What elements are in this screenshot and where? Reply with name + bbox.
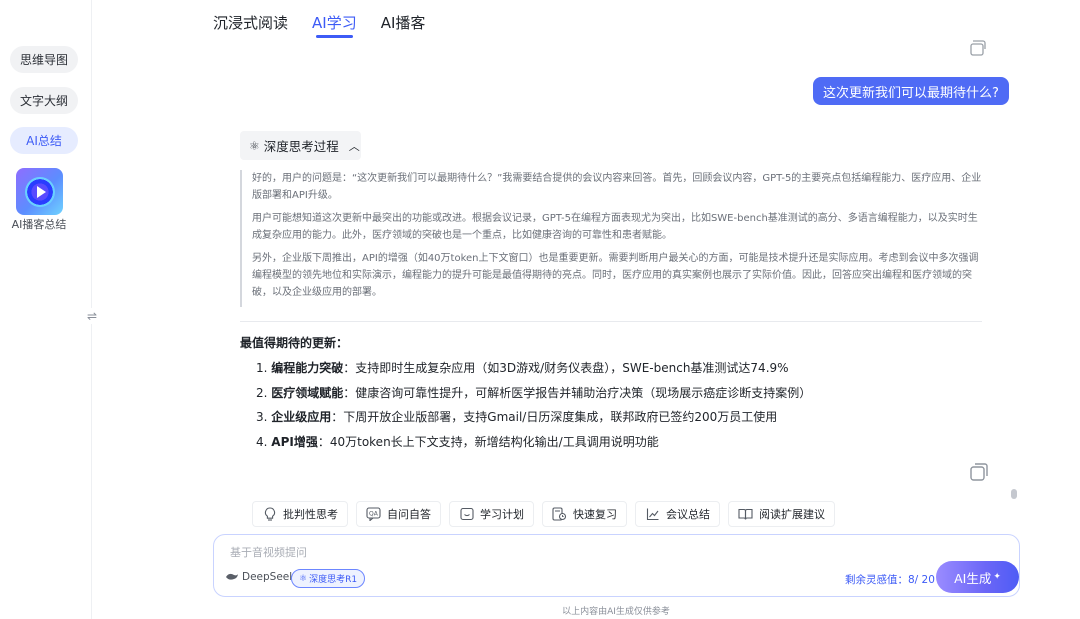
divider: [240, 321, 982, 322]
user-message-bubble: 这次更新我们可以最期待什么?: [813, 77, 1009, 105]
disc-icon: [24, 176, 55, 207]
answer-item-text: ：下周开放企业版部署，支持Gmail/日历深度集成，联邦政府已签约200万员工使…: [331, 410, 778, 424]
chip-self-qa[interactable]: QA 自问自答: [356, 501, 441, 527]
deep-think-r1-label: 深度思考R1: [309, 575, 358, 585]
answer-item-title: API增强: [271, 434, 318, 449]
sparkle-icon: ✦: [993, 572, 1001, 582]
collapse-toggle-icon[interactable]: ⇌: [84, 308, 100, 324]
deep-thinking-toggle[interactable]: ⚛ 深度思考过程 ︿: [240, 131, 361, 160]
trend-chart-icon: [645, 507, 660, 522]
thinking-paragraph: 用户可能想知道这次更新中最突出的功能或改进。根据会议记录，GPT-5在编程方面表…: [252, 213, 978, 241]
model-name: DeepSeek: [242, 571, 296, 583]
tab-ai-learning[interactable]: AI学习: [312, 12, 357, 38]
answer-item-number: 2.: [256, 385, 268, 400]
answer-title: 最值得期待的更新：: [240, 336, 349, 350]
podcast-summary-label: AI播客总结: [11, 218, 67, 231]
chip-study-plan[interactable]: 学习计划: [449, 501, 534, 527]
question-input[interactable]: [230, 544, 830, 560]
answer-item-title: 企业级应用: [271, 410, 332, 424]
deep-think-r1-toggle[interactable]: ⚛ 深度思考R1: [291, 569, 366, 588]
answer-item-number: 1.: [256, 361, 268, 375]
thinking-process-text: 好的，用户的问题是：“这次更新我们可以最期待什么？”我需要结合提供的会议内容来回…: [240, 170, 982, 307]
top-tabs: 沉浸式阅读 AI学习 AI播客: [213, 12, 426, 38]
copy-icon[interactable]: [970, 40, 988, 56]
chip-label: 快速复习: [573, 508, 617, 521]
chip-quick-review[interactable]: 快速复习: [542, 501, 627, 527]
user-message-text: 这次更新我们可以最期待什么?: [823, 85, 999, 101]
answer-item: 4. API增强：40万token长上下文支持，新增结构化输出/工具调用说明功能: [256, 430, 976, 455]
answer-item-title: 医疗领域赋能: [271, 385, 344, 400]
answer-list: 1. 编程能力突破：支持即时生成复杂应用（如3D游戏/财务仪表盘），SWE-be…: [256, 356, 976, 454]
sidebar-item-label: 思维导图: [19, 53, 68, 67]
answer-item-number: 3.: [256, 410, 268, 424]
deepseek-whale-icon: [226, 573, 238, 580]
ai-generate-button[interactable]: AI生成 ✦: [936, 561, 1019, 593]
deep-thinking-label: 深度思考过程: [263, 139, 339, 154]
answer-item: 1. 编程能力突破：支持即时生成复杂应用（如3D游戏/财务仪表盘），SWE-be…: [256, 356, 976, 381]
sidebar-item-mindmap[interactable]: 思维导图: [10, 46, 78, 73]
answer-item-title: 编程能力突破: [271, 361, 344, 375]
chat-scrollbar[interactable]: [1011, 489, 1017, 499]
book-icon: [738, 507, 753, 522]
thinking-paragraph: 另外，企业版下周推出，API的增强（如40万token上下文窗口）也是重要更新。…: [252, 253, 979, 298]
atom-icon: ⚛: [299, 573, 308, 584]
model-selector[interactable]: DeepSeek: [225, 571, 295, 583]
chip-label: 会议总结: [666, 508, 710, 521]
question-input-box: DeepSeek ⚛ 深度思考R1 剩余灵感值：8/ 20 AI生成 ✦: [213, 534, 1020, 597]
lightbulb-icon: [262, 507, 277, 522]
thinking-paragraph: 好的，用户的问题是：“这次更新我们可以最期待什么？”我需要结合提供的会议内容来回…: [252, 173, 982, 201]
ai-generate-label: AI生成: [954, 570, 992, 586]
ai-disclaimer: 以上内容由AI生成仅供参考: [562, 607, 670, 617]
answer-item: 3. 企业级应用：下周开放企业版部署，支持Gmail/日历深度集成，联邦政府已签…: [256, 405, 976, 430]
smile-calendar-icon: [459, 507, 474, 522]
atom-icon: ⚛: [249, 138, 260, 153]
answer-item-number: 4.: [256, 434, 268, 449]
qa-icon: QA: [366, 507, 381, 522]
play-icon: [36, 185, 46, 198]
chip-label: 阅读扩展建议: [759, 508, 825, 521]
answer-item-text: ：健康咨询可靠性提升，可解析医学报告并辅助治疗决策（现场展示癌症诊断支持案例）: [343, 385, 812, 400]
sidebar-item-label: AI总结: [26, 134, 62, 148]
svg-text:QA: QA: [369, 511, 379, 518]
chip-label: 批判性思考: [283, 508, 338, 521]
podcast-summary-thumbnail[interactable]: [16, 168, 63, 215]
chip-meeting-summary[interactable]: 会议总结: [635, 501, 720, 527]
quick-actions: 批判性思考 QA 自问自答 学习计划 快速复习 会议总结 阅读扩展建议: [252, 501, 835, 527]
chevron-up-icon: ︿: [348, 139, 360, 153]
chip-label: 自问自答: [387, 508, 431, 521]
remaining-quota: 剩余灵感值：8/ 20: [845, 574, 935, 586]
sidebar-item-ai-summary[interactable]: AI总结: [10, 127, 78, 154]
answer-item-text: ：40万token长上下文支持，新增结构化输出/工具调用说明功能: [317, 434, 659, 449]
copy-answer-icon[interactable]: [969, 462, 989, 482]
sidebar-item-label: 文字大纲: [19, 94, 68, 108]
answer-item: 2. 医疗领域赋能：健康咨询可靠性提升，可解析医学报告并辅助治疗决策（现场展示癌…: [256, 381, 976, 406]
tab-immersive-reading[interactable]: 沉浸式阅读: [213, 12, 288, 36]
answer-item-text: ：支持即时生成复杂应用（如3D游戏/财务仪表盘），SWE-bench基准测试达7…: [343, 361, 789, 375]
chip-reading-suggestions[interactable]: 阅读扩展建议: [728, 501, 835, 527]
sidebar-item-outline[interactable]: 文字大纲: [10, 87, 78, 114]
chip-label: 学习计划: [480, 508, 524, 521]
tab-ai-podcast[interactable]: AI播客: [381, 12, 426, 36]
left-sidebar: 思维导图 文字大纲 AI总结 AI播客总结: [0, 0, 92, 619]
review-clock-icon: [552, 507, 567, 522]
chip-critical-thinking[interactable]: 批判性思考: [252, 501, 348, 527]
